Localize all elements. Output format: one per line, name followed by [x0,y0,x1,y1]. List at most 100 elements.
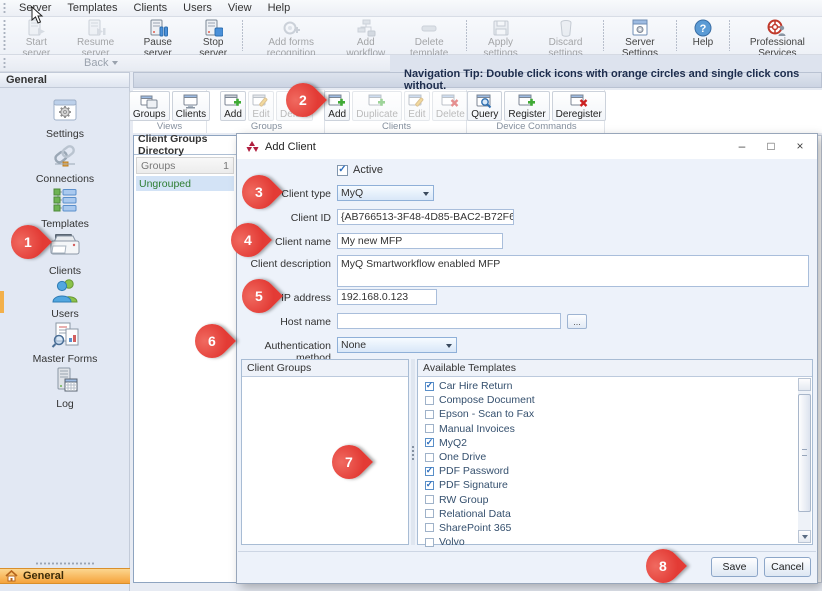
delete-template-icon [419,19,439,37]
menu-help[interactable]: Help [261,1,298,15]
add-forms-recognition-button[interactable]: Add forms recognition [246,17,336,54]
template-checkbox[interactable] [425,495,434,504]
minimize-button[interactable]: – [733,137,751,155]
save-button[interactable]: Save [711,557,758,577]
collapsed-panel-tab[interactable] [0,291,4,313]
template-checkbox[interactable] [425,424,434,433]
sidebar-item-settings[interactable]: Settings [0,96,130,140]
template-item[interactable]: Relational Data [418,507,797,521]
template-checkbox[interactable] [425,396,434,405]
groups-edit-button[interactable]: Edit [248,91,274,121]
template-item[interactable]: Volvo [418,535,797,549]
template-checkbox[interactable] [425,523,434,532]
active-checkbox[interactable] [337,165,348,176]
query-button[interactable]: Query [467,91,502,121]
cancel-button[interactable]: Cancel [764,557,811,577]
template-checkbox[interactable] [425,509,434,518]
groups-count: 1 [223,160,229,172]
template-item[interactable]: Epson - Scan to Fax [418,407,797,421]
sidebar-item-log[interactable]: Log [0,366,130,410]
template-checkbox[interactable] [425,382,434,391]
column-header-label: Groups [141,160,175,172]
template-item[interactable]: PDF Password [418,464,797,478]
add-workflow-button[interactable]: Add workflow [336,17,395,54]
scroll-up-button[interactable] [798,378,811,391]
template-checkbox[interactable] [425,410,434,419]
template-item[interactable]: Manual Invoices [418,422,797,436]
toolbar-grip [3,19,6,52]
client-groups-panel[interactable]: Client Groups [241,359,409,545]
template-checkbox[interactable] [425,453,434,462]
maximize-button[interactable]: □ [762,137,780,155]
sidebar-item-users[interactable]: Users [0,276,130,320]
register-button[interactable]: Register [504,91,549,121]
sidebar-item-label: Log [56,398,74,410]
sidebar-resize-grip[interactable] [35,562,95,565]
group-row-ungrouped[interactable]: Ungrouped [136,176,234,191]
template-item[interactable]: Car Hire Return [418,379,797,393]
template-item[interactable]: PDF Signature [418,478,797,492]
pause-server-button[interactable]: Pause server [129,17,188,54]
professional-services-button[interactable]: Professional Services [733,17,822,54]
template-checkbox[interactable] [425,481,434,490]
client-description-textarea[interactable]: MyQ Smartworkflow enabled MFP [337,255,809,287]
sidebar-item-templates[interactable]: Templates [0,186,130,230]
template-checkbox[interactable] [425,438,434,447]
host-name-input[interactable] [337,313,561,329]
views-groups-button[interactable]: Groups [129,91,170,121]
toolbar-separator [676,20,677,51]
menu-users[interactable]: Users [176,1,219,15]
template-item[interactable]: RW Group [418,493,797,507]
apply-settings-button[interactable]: Apply settings [470,17,531,54]
menu-clients[interactable]: Clients [127,1,175,15]
stop-server-button[interactable]: Stop server [187,17,239,54]
template-item[interactable]: Compose Document [418,393,797,407]
discard-settings-button[interactable]: Discard settings [531,17,600,54]
client-type-select[interactable]: MyQ [337,185,434,201]
clients-edit-button[interactable]: Edit [404,91,430,121]
toolbar-separator [466,20,467,51]
ip-address-input[interactable]: 192.168.0.123 [337,289,437,305]
dialog-titlebar[interactable]: Add Client – □ × [237,134,817,159]
deregister-button[interactable]: Deregister [552,91,606,121]
scrollbar-thumb[interactable] [798,394,811,512]
clients-duplicate-button[interactable]: Duplicate [352,91,402,121]
views-clients-button[interactable]: Clients [172,91,211,121]
templates-scrollbar[interactable] [798,378,811,543]
sidebar-footer-general[interactable]: General [0,568,130,584]
template-label: PDF Signature [439,479,508,491]
groups-column-header[interactable]: Groups 1 [136,157,234,174]
scroll-down-button[interactable] [798,530,811,543]
resume-server-button[interactable]: Resume server [63,17,129,54]
template-item[interactable]: MyQ2 [418,436,797,450]
home-icon [5,570,18,582]
ribbon-group-clients: Add Duplicate Edit Delete Clients [327,90,467,133]
client-id-input[interactable]: {AB766513-3F48-4D85-BAC2-B72F6F680053} [337,209,514,225]
template-checkbox[interactable] [425,467,434,476]
close-button[interactable]: × [791,137,809,155]
panel-splitter[interactable] [411,359,415,545]
sidebar-item-connections[interactable]: Connections [0,141,130,185]
server-settings-button[interactable]: Server Settings [607,17,673,54]
menu-templates[interactable]: Templates [60,1,124,15]
trash-icon [556,19,576,37]
template-item[interactable]: One Drive [418,450,797,464]
clients-delete-button[interactable]: Delete [432,91,469,121]
mouse-cursor [31,6,44,27]
application-window: Server Templates Clients Users View Help… [0,0,822,591]
help-button[interactable]: ? Help [680,17,726,54]
clients-add-button[interactable]: Add [324,91,350,121]
template-checkbox[interactable] [425,538,434,547]
client-name-input[interactable]: My new MFP [337,233,503,249]
client-id-label: Client ID [239,212,331,224]
template-item[interactable]: SharePoint 365 [418,521,797,535]
sidebar-item-master-forms[interactable]: Master Forms [0,321,130,365]
host-name-browse-button[interactable]: ... [567,314,587,329]
authentication-method-select[interactable]: None [337,337,457,353]
professional-services-icon [766,19,788,37]
host-name-label: Host name [239,316,331,328]
delete-template-button[interactable]: Delete template [395,17,463,54]
menu-view[interactable]: View [221,1,259,15]
back-button[interactable]: Back [78,56,124,70]
groups-add-button[interactable]: Add [220,91,246,121]
